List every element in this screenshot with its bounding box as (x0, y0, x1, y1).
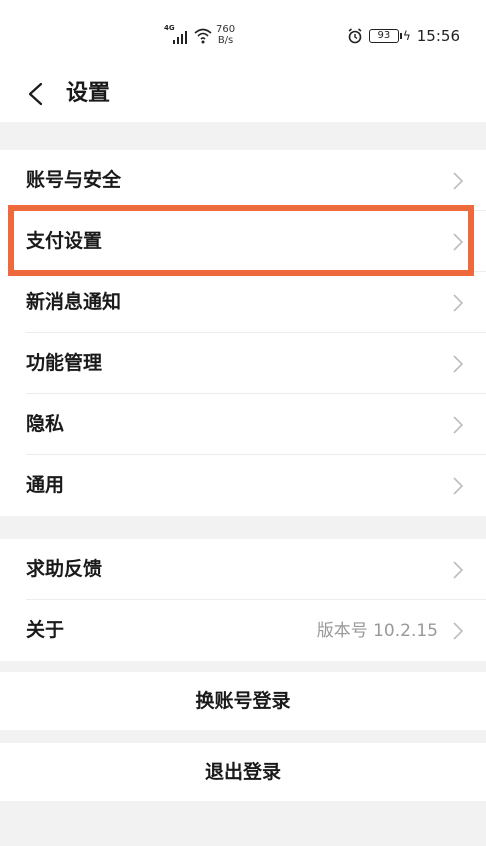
settings-item-label: 账号与安全 (26, 169, 122, 191)
chevron-right-icon (453, 416, 464, 434)
network-speed-value: 760 (216, 24, 236, 35)
chevron-right-icon (453, 233, 464, 251)
battery-level: 93 (368, 29, 399, 43)
wifi-icon (194, 28, 212, 44)
page-title: 设置 (66, 81, 111, 106)
chevron-right-icon (453, 477, 464, 495)
chevron-right-icon (453, 294, 464, 312)
chevron-right-icon (453, 355, 464, 373)
logout-button[interactable]: 退出登录 (0, 743, 486, 801)
settings-item-features[interactable]: 功能管理 (0, 333, 486, 394)
status-right: 93 ϟ 15:56 (347, 27, 460, 45)
settings-item-general[interactable]: 通用 (0, 455, 486, 516)
charging-icon: ϟ (402, 29, 411, 43)
alarm-icon (348, 28, 362, 44)
settings-item-label: 新消息通知 (26, 291, 122, 313)
settings-item-label: 隐私 (26, 413, 65, 435)
settings-item-privacy[interactable]: 隐私 (0, 394, 486, 455)
settings-item-label: 支付设置 (26, 230, 103, 252)
version-value: 版本号 10.2.15 (316, 621, 438, 641)
battery-icon: 93 ϟ (368, 29, 411, 43)
settings-item-notifications[interactable]: 新消息通知 (0, 272, 486, 333)
network-speed-unit: B/s (217, 35, 234, 46)
signal-icon (173, 30, 187, 44)
chevron-right-icon (453, 172, 464, 190)
settings-group-help: 求助反馈 关于 版本号 10.2.15 (0, 539, 486, 661)
clock: 15:56 (416, 27, 460, 45)
switch-account-button[interactable]: 换账号登录 (0, 672, 486, 730)
settings-item-account-security[interactable]: 账号与安全 (0, 150, 486, 211)
settings-group-main: 账号与安全 支付设置 新消息通知 功能管理 隐私 通用 (0, 150, 486, 516)
network-speed: 760 B/s (216, 24, 235, 46)
settings-item-payment[interactable]: 支付设置 (0, 211, 486, 272)
settings-item-about[interactable]: 关于 版本号 10.2.15 (0, 600, 486, 661)
settings-item-feedback[interactable]: 求助反馈 (0, 539, 486, 600)
chevron-right-icon (453, 622, 464, 640)
status-bar: 4G 760 B/s 93 ϟ 15:56 (0, 0, 486, 70)
settings-item-label: 功能管理 (26, 352, 103, 374)
settings-item-label: 求助反馈 (26, 558, 103, 580)
nav-header: 设置 (0, 70, 486, 122)
settings-item-label: 通用 (26, 474, 65, 496)
chevron-right-icon (453, 561, 464, 579)
settings-item-label: 关于 (26, 619, 65, 641)
chevron-left-icon[interactable] (26, 82, 46, 106)
